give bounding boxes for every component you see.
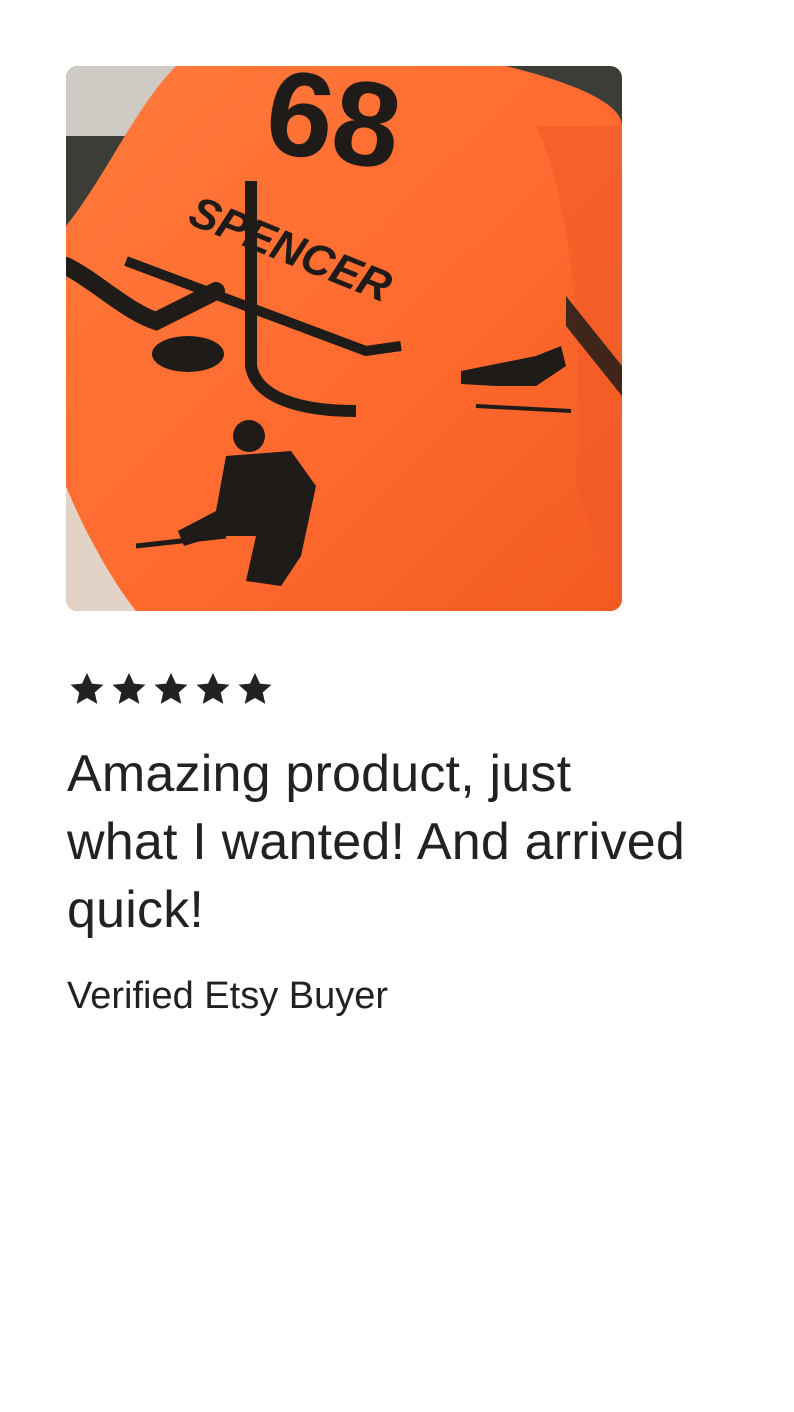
- review-photo[interactable]: 68 SPENCER: [66, 66, 622, 611]
- star-icon: [194, 670, 232, 708]
- star-icon: [68, 670, 106, 708]
- blanket-number: 68: [258, 66, 409, 195]
- blanket-photo-illustration: 68 SPENCER: [66, 66, 622, 611]
- review-text: Amazing product, just what I wanted! And…: [67, 745, 686, 939]
- star-icon: [236, 670, 274, 708]
- puck-icon: [152, 336, 224, 372]
- reviewer-name: Verified Etsy Buyer: [67, 975, 389, 1017]
- star-icon: [152, 670, 190, 708]
- star-icon: [110, 670, 148, 708]
- review-card: 68 SPENCER Amazing product, just what I …: [0, 0, 794, 1412]
- star-rating: [68, 670, 274, 708]
